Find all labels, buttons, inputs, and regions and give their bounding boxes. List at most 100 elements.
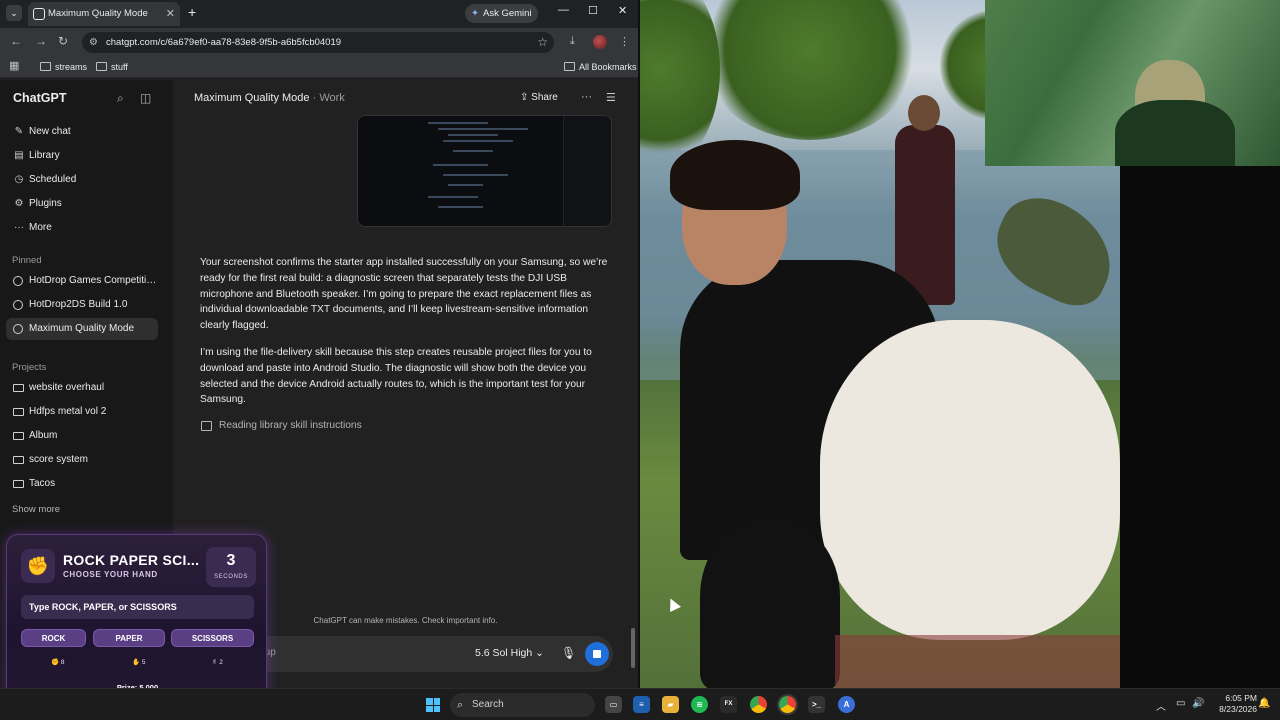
tab-title: Maximum Quality Mode — [48, 8, 148, 19]
game-subtitle: CHOOSE YOUR HAND — [63, 570, 158, 579]
green-light-overlay — [985, 0, 1280, 166]
folder-icon — [13, 408, 24, 416]
download-icon[interactable]: ⤓ — [570, 35, 575, 48]
new-tab-icon[interactable]: + — [188, 4, 196, 20]
title-separator: · — [312, 92, 317, 104]
sidebar-item-new-chat[interactable]: ✎ New chat — [6, 121, 158, 143]
file-explorer-icon[interactable]: ▰ — [662, 696, 679, 713]
game-title: ROCK PAPER SCI... — [63, 552, 200, 568]
sidebar-item-plugins[interactable]: ⚙ Plugins — [6, 193, 158, 215]
taskbar-clock[interactable]: 6:05 PM 8/23/2026 — [1207, 693, 1257, 715]
message-composer[interactable]: + Follow up 5.6 Sol High ⌄ 🎙 — [213, 636, 613, 672]
forward-icon[interactable]: → — [35, 34, 47, 48]
microphone-icon[interactable]: 🎙 — [561, 646, 576, 660]
bookmark-stuff[interactable]: stuff — [96, 60, 128, 74]
screenshot-side-panel — [563, 116, 611, 226]
sidebar-item-label: Plugins — [29, 198, 62, 209]
conversation-header: Maximum Quality Mode · Work — [194, 92, 345, 104]
fisherman-head — [908, 95, 940, 131]
hand-icon: ✊ — [51, 659, 61, 666]
sidebar-item-more[interactable]: ··· More — [6, 217, 158, 239]
stop-generating-button[interactable] — [585, 642, 609, 666]
brand-title[interactable]: ChatGPT — [13, 91, 66, 105]
close-tab-icon[interactable]: ✕ — [166, 2, 175, 26]
close-window-icon[interactable]: ✕ — [618, 4, 627, 17]
pinned-chat[interactable]: HotDrop Games Competitio... — [6, 270, 158, 292]
address-bar[interactable]: ⚙ chatgpt.com/c/6a679ef0-aa78-83e8-9f5b-… — [82, 32, 554, 53]
back-icon[interactable]: ← — [10, 34, 22, 48]
pinned-chat-active[interactable]: Maximum Quality Mode — [6, 318, 158, 340]
countdown-timer: 3 SECONDS — [206, 547, 256, 587]
volume-icon[interactable]: 🔊 — [1192, 698, 1204, 709]
reload-icon[interactable]: ↻ — [58, 34, 68, 48]
rock-count: ✊ 8 — [51, 658, 65, 666]
windows-start-icon[interactable] — [426, 698, 440, 712]
windows-taskbar: ⌕ Search ▭ ≡ ▰ ≋ FX >_ A ︿ ▭ 🔊 🔔 6:05 PM… — [0, 688, 1280, 720]
folder-icon — [564, 62, 575, 71]
game-input-prompt[interactable]: Type ROCK, PAPER, or SCISSORS — [21, 595, 254, 619]
profile-avatar[interactable] — [593, 35, 607, 49]
sidebar-item-label: Library — [29, 150, 60, 161]
sidebar-item-label: More — [29, 222, 52, 233]
assistant-message: I’m using the file-delivery skill becaus… — [200, 347, 592, 406]
count-value: 5 — [141, 659, 146, 666]
sidebar-item-label: New chat — [29, 126, 71, 137]
all-bookmarks[interactable]: All Bookmarks — [564, 60, 637, 74]
taskbar-search[interactable]: ⌕ Search — [450, 693, 595, 717]
site-info-icon[interactable]: ⚙ — [89, 32, 98, 53]
tray-chevron-icon[interactable]: ︿ — [1156, 698, 1166, 713]
maximize-icon[interactable]: ☐ — [588, 4, 598, 17]
sidebar-toggle-icon[interactable]: ◫ — [140, 91, 151, 105]
project-item[interactable]: Tacos — [6, 473, 158, 495]
stream-background — [1120, 166, 1280, 688]
pinned-chat[interactable]: HotDrop2DS Build 1.0 — [6, 294, 158, 316]
boy-hair — [670, 140, 800, 210]
apps-grid-icon[interactable]: ▦ — [9, 59, 19, 72]
outline-icon[interactable]: ☰ — [606, 91, 616, 104]
rock-button[interactable]: ROCK — [21, 629, 86, 647]
paper-button[interactable]: PAPER — [93, 629, 165, 647]
folder-icon — [96, 62, 107, 71]
conversation-title[interactable]: Maximum Quality Mode — [194, 92, 310, 104]
chrome-active-icon[interactable] — [779, 696, 796, 713]
clock-time: 6:05 PM — [1225, 693, 1257, 703]
show-more-link[interactable]: Show more — [12, 504, 60, 515]
notepad-icon[interactable]: ≡ — [633, 696, 650, 713]
browser-tab[interactable]: Maximum Quality Mode ✕ — [28, 2, 180, 26]
project-item[interactable]: Hdfps metal vol 2 — [6, 401, 158, 423]
scissors-count: ✌ 2 — [212, 658, 223, 666]
project-item[interactable]: Album — [6, 425, 158, 447]
model-selector[interactable]: 5.6 Sol High ⌄ — [475, 647, 544, 659]
tool-status[interactable]: Reading library skill instructions — [201, 420, 362, 431]
project-item[interactable]: website overhaul — [6, 377, 158, 399]
minimize-icon[interactable]: — — [558, 4, 569, 16]
task-view-icon[interactable]: ▭ — [605, 696, 622, 713]
ask-gemini-button[interactable]: ✦ Ask Gemini — [465, 4, 538, 23]
network-icon[interactable]: ▭ — [1176, 698, 1185, 709]
uploaded-screenshot[interactable] — [357, 115, 612, 227]
more-options-icon[interactable]: ··· — [581, 91, 592, 103]
tab-search-icon[interactable]: ⌄ — [6, 5, 22, 21]
tree-foliage — [700, 0, 920, 140]
app-store-icon[interactable]: A — [838, 696, 855, 713]
scrollbar[interactable] — [631, 628, 635, 668]
kebab-menu-icon[interactable]: ⋮ — [619, 35, 630, 48]
scissors-button[interactable]: SCISSORS — [171, 629, 254, 647]
sidebar-item-library[interactable]: ▤ Library — [6, 145, 158, 167]
bookmark-star-icon[interactable]: ☆ — [537, 32, 548, 53]
spotify-icon[interactable]: ≋ — [691, 696, 708, 713]
project-label: Tacos — [29, 478, 56, 489]
project-item[interactable]: score system — [6, 449, 158, 471]
bookmark-streams[interactable]: streams — [40, 60, 87, 74]
sidebar-item-scheduled[interactable]: ◷ Scheduled — [6, 169, 158, 191]
notification-bell-icon[interactable]: 🔔 — [1258, 698, 1270, 709]
paper-count: ✋ 5 — [132, 658, 146, 666]
hudfx-icon[interactable]: FX — [720, 696, 737, 713]
search-icon[interactable]: ⌕ — [117, 91, 124, 106]
bookmark-label: stuff — [111, 62, 128, 72]
compose-icon: ✎ — [14, 126, 24, 137]
share-button[interactable]: ⇪ Share — [520, 92, 558, 103]
terminal-icon[interactable]: >_ — [808, 696, 825, 713]
chrome-icon[interactable] — [750, 696, 767, 713]
project-name[interactable]: Work — [319, 92, 344, 104]
